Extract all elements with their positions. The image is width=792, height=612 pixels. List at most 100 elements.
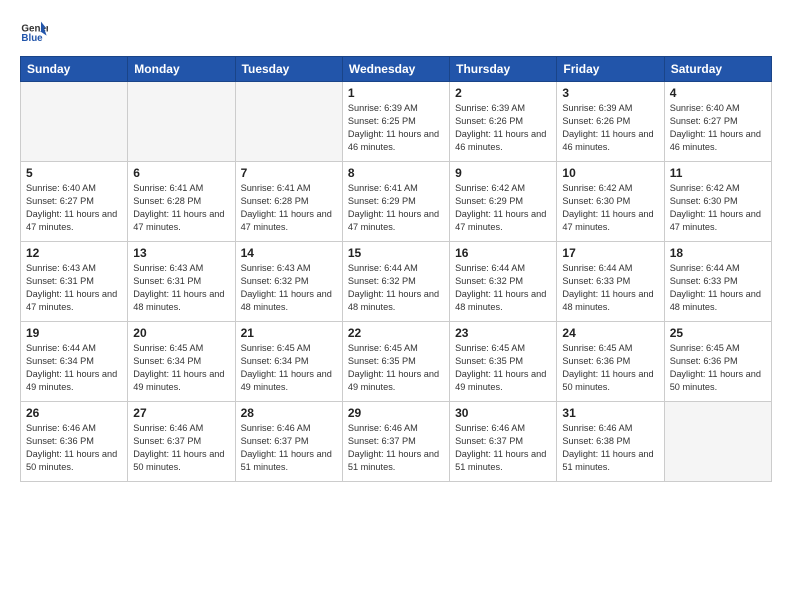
day-info: Sunrise: 6:41 AMSunset: 6:28 PMDaylight:… — [133, 182, 229, 234]
day-info: Sunrise: 6:40 AMSunset: 6:27 PMDaylight:… — [670, 102, 766, 154]
calendar-cell: 2 Sunrise: 6:39 AMSunset: 6:26 PMDaylight… — [450, 82, 557, 162]
calendar-cell: 17 Sunrise: 6:44 AMSunset: 6:33 PMDayligh… — [557, 242, 664, 322]
day-number: 17 — [562, 246, 658, 260]
day-info: Sunrise: 6:44 AMSunset: 6:32 PMDaylight:… — [455, 262, 551, 314]
day-number: 8 — [348, 166, 444, 180]
day-number: 29 — [348, 406, 444, 420]
calendar-cell — [128, 82, 235, 162]
day-info: Sunrise: 6:46 AMSunset: 6:37 PMDaylight:… — [241, 422, 337, 474]
calendar-cell: 18 Sunrise: 6:44 AMSunset: 6:33 PMDayligh… — [664, 242, 771, 322]
week-row-5: 26 Sunrise: 6:46 AMSunset: 6:36 PMDayligh… — [21, 402, 772, 482]
header: General Blue — [20, 16, 772, 44]
calendar-cell: 12 Sunrise: 6:43 AMSunset: 6:31 PMDayligh… — [21, 242, 128, 322]
day-number: 3 — [562, 86, 658, 100]
day-info: Sunrise: 6:46 AMSunset: 6:37 PMDaylight:… — [133, 422, 229, 474]
calendar-cell: 21 Sunrise: 6:45 AMSunset: 6:34 PMDayligh… — [235, 322, 342, 402]
calendar-cell: 16 Sunrise: 6:44 AMSunset: 6:32 PMDayligh… — [450, 242, 557, 322]
day-info: Sunrise: 6:45 AMSunset: 6:36 PMDaylight:… — [670, 342, 766, 394]
calendar-cell: 4 Sunrise: 6:40 AMSunset: 6:27 PMDaylight… — [664, 82, 771, 162]
weekday-header-saturday: Saturday — [664, 57, 771, 82]
day-number: 14 — [241, 246, 337, 260]
day-info: Sunrise: 6:45 AMSunset: 6:35 PMDaylight:… — [455, 342, 551, 394]
day-number: 9 — [455, 166, 551, 180]
day-info: Sunrise: 6:43 AMSunset: 6:31 PMDaylight:… — [26, 262, 122, 314]
weekday-header-tuesday: Tuesday — [235, 57, 342, 82]
day-number: 7 — [241, 166, 337, 180]
day-number: 23 — [455, 326, 551, 340]
day-number: 5 — [26, 166, 122, 180]
calendar-cell: 5 Sunrise: 6:40 AMSunset: 6:27 PMDaylight… — [21, 162, 128, 242]
calendar-cell: 8 Sunrise: 6:41 AMSunset: 6:29 PMDaylight… — [342, 162, 449, 242]
day-info: Sunrise: 6:43 AMSunset: 6:32 PMDaylight:… — [241, 262, 337, 314]
calendar-cell: 13 Sunrise: 6:43 AMSunset: 6:31 PMDayligh… — [128, 242, 235, 322]
day-info: Sunrise: 6:42 AMSunset: 6:29 PMDaylight:… — [455, 182, 551, 234]
weekday-header-thursday: Thursday — [450, 57, 557, 82]
calendar-cell: 10 Sunrise: 6:42 AMSunset: 6:30 PMDayligh… — [557, 162, 664, 242]
day-info: Sunrise: 6:39 AMSunset: 6:25 PMDaylight:… — [348, 102, 444, 154]
calendar-cell: 15Sunrise: 6:44 AMSunset: 6:32 PMDayligh… — [342, 242, 449, 322]
day-info: Sunrise: 6:39 AMSunset: 6:26 PMDaylight:… — [562, 102, 658, 154]
generalblue-logo-icon: General Blue — [20, 16, 48, 44]
weekday-header-row: SundayMondayTuesdayWednesdayThursdayFrid… — [21, 57, 772, 82]
calendar-cell — [235, 82, 342, 162]
calendar-table: SundayMondayTuesdayWednesdayThursdayFrid… — [20, 56, 772, 482]
calendar-cell — [664, 402, 771, 482]
day-number: 12 — [26, 246, 122, 260]
weekday-header-friday: Friday — [557, 57, 664, 82]
calendar-cell: 29 Sunrise: 6:46 AMSunset: 6:37 PMDayligh… — [342, 402, 449, 482]
day-number: 21 — [241, 326, 337, 340]
day-number: 1 — [348, 86, 444, 100]
calendar-cell: 19 Sunrise: 6:44 AMSunset: 6:34 PMDayligh… — [21, 322, 128, 402]
day-number: 10 — [562, 166, 658, 180]
day-info: Sunrise: 6:46 AMSunset: 6:37 PMDaylight:… — [455, 422, 551, 474]
calendar-cell: 9 Sunrise: 6:42 AMSunset: 6:29 PMDaylight… — [450, 162, 557, 242]
day-info: Sunrise: 6:44 AMSunset: 6:33 PMDaylight:… — [562, 262, 658, 314]
calendar-cell: 1 Sunrise: 6:39 AMSunset: 6:25 PMDaylight… — [342, 82, 449, 162]
day-number: 27 — [133, 406, 229, 420]
day-info: Sunrise: 6:46 AMSunset: 6:37 PMDaylight:… — [348, 422, 444, 474]
calendar-cell: 24Sunrise: 6:45 AMSunset: 6:36 PMDayligh… — [557, 322, 664, 402]
day-info: Sunrise: 6:46 AMSunset: 6:38 PMDaylight:… — [562, 422, 658, 474]
calendar-cell: 3 Sunrise: 6:39 AMSunset: 6:26 PMDaylight… — [557, 82, 664, 162]
calendar-cell: 22Sunrise: 6:45 AMSunset: 6:35 PMDayligh… — [342, 322, 449, 402]
calendar-cell: 23 Sunrise: 6:45 AMSunset: 6:35 PMDayligh… — [450, 322, 557, 402]
day-info: Sunrise: 6:39 AMSunset: 6:26 PMDaylight:… — [455, 102, 551, 154]
day-info: Sunrise: 6:40 AMSunset: 6:27 PMDaylight:… — [26, 182, 122, 234]
day-number: 20 — [133, 326, 229, 340]
calendar-cell: 14 Sunrise: 6:43 AMSunset: 6:32 PMDayligh… — [235, 242, 342, 322]
day-info: Sunrise: 6:44 AMSunset: 6:32 PMDaylight:… — [348, 262, 444, 314]
calendar-cell — [21, 82, 128, 162]
weekday-header-sunday: Sunday — [21, 57, 128, 82]
day-number: 2 — [455, 86, 551, 100]
day-number: 6 — [133, 166, 229, 180]
day-number: 22 — [348, 326, 444, 340]
day-number: 28 — [241, 406, 337, 420]
day-info: Sunrise: 6:45 AMSunset: 6:36 PMDaylight:… — [562, 342, 658, 394]
day-info: Sunrise: 6:41 AMSunset: 6:29 PMDaylight:… — [348, 182, 444, 234]
day-info: Sunrise: 6:45 AMSunset: 6:34 PMDaylight:… — [133, 342, 229, 394]
day-info: Sunrise: 6:44 AMSunset: 6:33 PMDaylight:… — [670, 262, 766, 314]
day-number: 31 — [562, 406, 658, 420]
day-info: Sunrise: 6:42 AMSunset: 6:30 PMDaylight:… — [670, 182, 766, 234]
svg-text:Blue: Blue — [21, 33, 43, 44]
day-number: 26 — [26, 406, 122, 420]
day-number: 4 — [670, 86, 766, 100]
day-info: Sunrise: 6:42 AMSunset: 6:30 PMDaylight:… — [562, 182, 658, 234]
day-number: 25 — [670, 326, 766, 340]
calendar-cell: 26 Sunrise: 6:46 AMSunset: 6:36 PMDayligh… — [21, 402, 128, 482]
day-info: Sunrise: 6:41 AMSunset: 6:28 PMDaylight:… — [241, 182, 337, 234]
day-number: 13 — [133, 246, 229, 260]
day-number: 18 — [670, 246, 766, 260]
day-number: 11 — [670, 166, 766, 180]
day-info: Sunrise: 6:43 AMSunset: 6:31 PMDaylight:… — [133, 262, 229, 314]
day-number: 16 — [455, 246, 551, 260]
calendar-cell: 27 Sunrise: 6:46 AMSunset: 6:37 PMDayligh… — [128, 402, 235, 482]
day-info: Sunrise: 6:46 AMSunset: 6:36 PMDaylight:… — [26, 422, 122, 474]
day-number: 19 — [26, 326, 122, 340]
day-info: Sunrise: 6:44 AMSunset: 6:34 PMDaylight:… — [26, 342, 122, 394]
week-row-1: 1 Sunrise: 6:39 AMSunset: 6:25 PMDaylight… — [21, 82, 772, 162]
calendar-cell: 11 Sunrise: 6:42 AMSunset: 6:30 PMDayligh… — [664, 162, 771, 242]
calendar-cell: 31 Sunrise: 6:46 AMSunset: 6:38 PMDayligh… — [557, 402, 664, 482]
calendar-cell: 20 Sunrise: 6:45 AMSunset: 6:34 PMDayligh… — [128, 322, 235, 402]
day-info: Sunrise: 6:45 AMSunset: 6:34 PMDaylight:… — [241, 342, 337, 394]
